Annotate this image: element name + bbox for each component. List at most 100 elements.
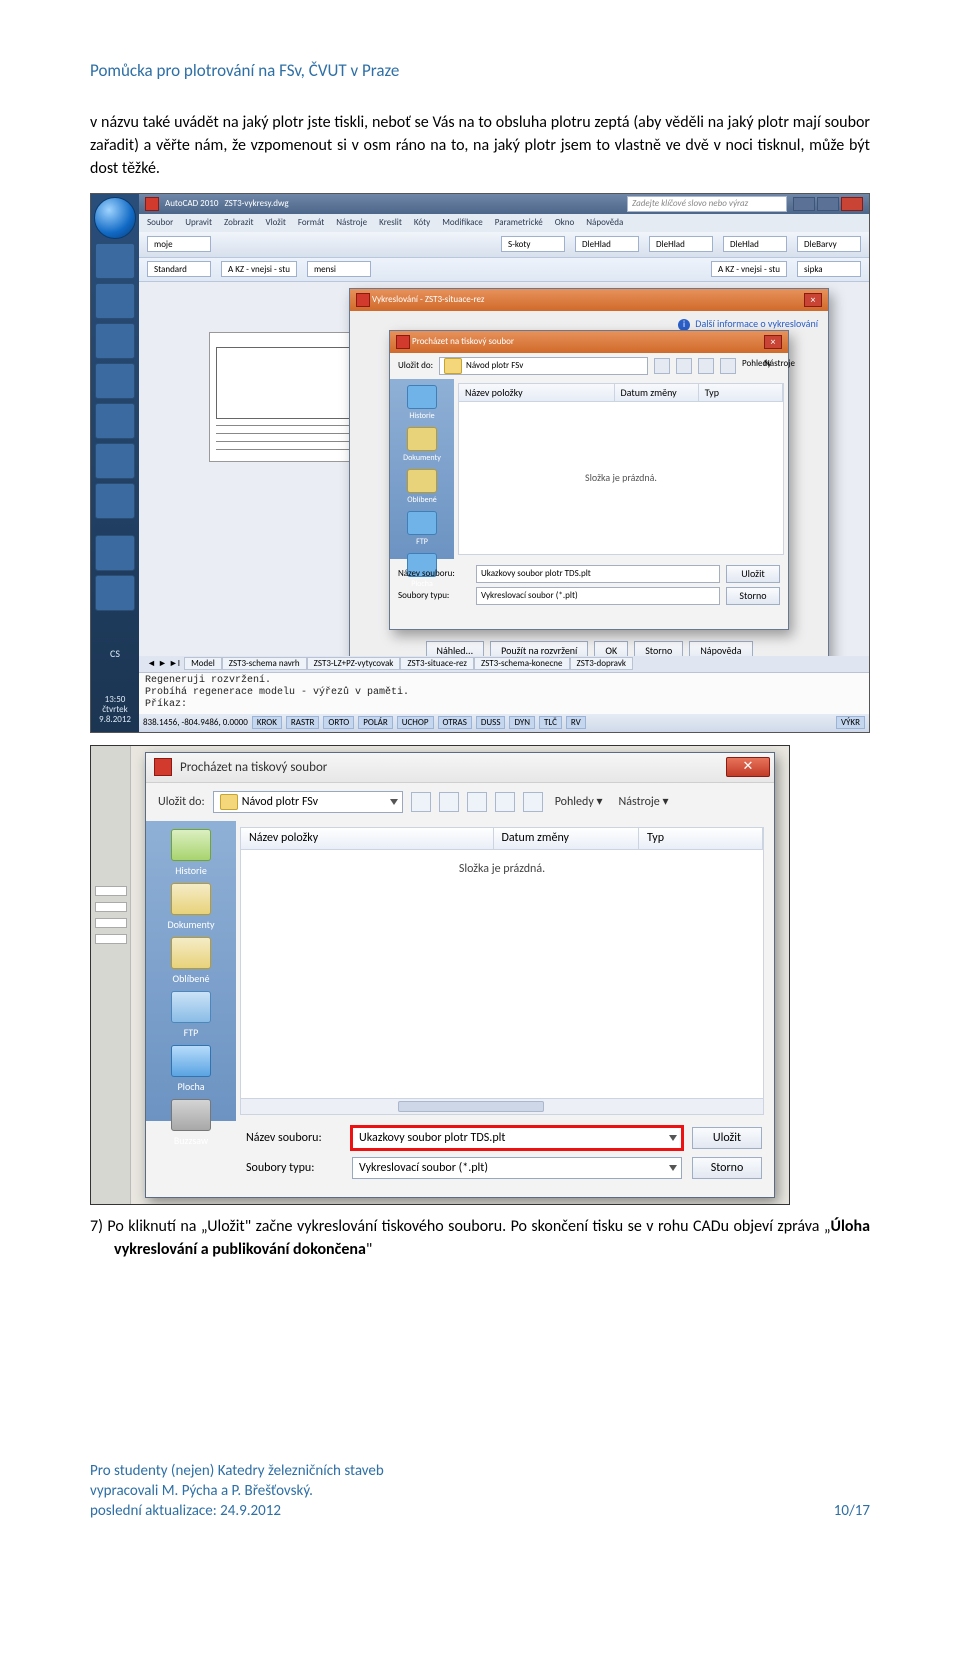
- folder-combo[interactable]: Návod plotr FSv: [213, 791, 403, 813]
- lweight-combo[interactable]: DleHlad: [723, 236, 787, 252]
- col-date[interactable]: Datum změny: [615, 384, 699, 401]
- ltype-combo[interactable]: DleHlad: [649, 236, 713, 252]
- close-button[interactable]: [841, 197, 863, 211]
- place-history[interactable]: Historie: [398, 385, 446, 421]
- layer-combo[interactable]: moje: [147, 236, 211, 252]
- combo[interactable]: mensi: [307, 261, 371, 277]
- close-icon[interactable]: ×: [764, 335, 782, 349]
- folder-combo[interactable]: Návod plotr FSv: [439, 357, 648, 375]
- status-toggle[interactable]: DYN: [509, 716, 535, 729]
- menu-item[interactable]: Parametrické: [495, 217, 543, 228]
- menu-item[interactable]: Nástroje: [336, 217, 367, 228]
- horizontal-scrollbar[interactable]: [241, 1098, 763, 1114]
- search-icon[interactable]: [467, 792, 487, 812]
- plot-dialog-titlebar[interactable]: Vykreslování - ZST3-situace-rez ×: [350, 289, 828, 311]
- color-combo[interactable]: DleHlad: [575, 236, 639, 252]
- menu-item[interactable]: Kóty: [414, 217, 430, 228]
- menu-item[interactable]: Formát: [298, 217, 324, 228]
- filetype-combo[interactable]: Vykreslovací soubor (*.plt): [352, 1157, 682, 1179]
- status-toggle[interactable]: DUSS: [476, 716, 506, 729]
- language-indicator[interactable]: CS: [91, 647, 139, 660]
- file-list[interactable]: Název položky Datum změny Typ Složka je …: [240, 827, 764, 1115]
- taskbar-button[interactable]: [95, 443, 135, 479]
- filename-input[interactable]: Ukazkovy soubor plotr TDS.plt: [476, 565, 720, 583]
- menu-item[interactable]: Upravit: [185, 217, 212, 228]
- status-toggle[interactable]: POLÁR: [358, 716, 393, 729]
- newfolder-icon[interactable]: [523, 792, 543, 812]
- place-favorites[interactable]: Oblíbené: [153, 937, 229, 985]
- col-type[interactable]: Typ: [699, 384, 783, 401]
- status-toggle[interactable]: UCHOP: [397, 716, 434, 729]
- col-date[interactable]: Datum změny: [494, 828, 639, 849]
- taskbar-button[interactable]: [95, 243, 135, 279]
- taskbar-button[interactable]: [95, 535, 135, 571]
- views-menu[interactable]: Pohledy: [742, 358, 758, 374]
- combo[interactable]: Standard: [147, 261, 211, 277]
- col-type[interactable]: Typ: [639, 828, 763, 849]
- back-icon[interactable]: [411, 792, 431, 812]
- status-toggle[interactable]: VÝKR: [836, 716, 865, 729]
- style-combo[interactable]: S-koty: [501, 236, 565, 252]
- place-documents[interactable]: Dokumenty: [153, 883, 229, 931]
- search-icon[interactable]: [698, 358, 714, 374]
- tools-menu[interactable]: Nástroje ▾: [615, 794, 673, 809]
- close-icon[interactable]: ×: [804, 293, 822, 307]
- save-button[interactable]: Uložit: [692, 1127, 762, 1149]
- scrollbar-thumb[interactable]: [398, 1101, 544, 1112]
- taskbar-button[interactable]: [95, 575, 135, 611]
- taskbar-button[interactable]: [95, 283, 135, 319]
- cancel-button[interactable]: Storno: [726, 587, 780, 605]
- filetype-combo[interactable]: Vykreslovací soubor (*.plt): [476, 587, 720, 605]
- delete-icon[interactable]: [495, 792, 515, 812]
- status-toggle[interactable]: ORTO: [323, 716, 354, 729]
- layout-tab[interactable]: ZST3-LZ+PZ-vytycovak: [307, 657, 401, 670]
- layout-tab[interactable]: ZST3-schema navrh: [222, 657, 307, 670]
- combo[interactable]: A KZ - vnejsi - stu: [221, 261, 297, 277]
- place-history[interactable]: Historie: [153, 829, 229, 877]
- views-menu[interactable]: Pohledy ▾: [551, 794, 607, 809]
- taskbar-button[interactable]: [95, 403, 135, 439]
- close-button[interactable]: ✕: [726, 757, 770, 777]
- back-icon[interactable]: [654, 358, 670, 374]
- minimize-button[interactable]: [793, 197, 815, 211]
- browse-titlebar[interactable]: Procházet na tiskový soubor ×: [390, 331, 788, 353]
- save-button[interactable]: Uložit: [726, 565, 780, 583]
- cancel-button[interactable]: Storno: [692, 1157, 762, 1179]
- layout-tab[interactable]: Model: [184, 657, 222, 670]
- layout-tab[interactable]: ZST3-schema-konecne: [474, 657, 570, 670]
- taskbar-button[interactable]: [95, 323, 135, 359]
- place-desktop[interactable]: Plocha: [153, 1045, 229, 1093]
- status-toggle[interactable]: RASTR: [286, 716, 319, 729]
- place-buzzsaw[interactable]: Buzzsaw: [153, 1099, 229, 1147]
- up-icon[interactable]: [676, 358, 692, 374]
- up-icon[interactable]: [439, 792, 459, 812]
- status-toggle[interactable]: TLČ: [539, 716, 562, 729]
- combo[interactable]: sipka: [797, 261, 861, 277]
- menu-item[interactable]: Soubor: [147, 217, 173, 228]
- start-orb-icon[interactable]: [94, 197, 136, 239]
- place-ftp[interactable]: FTP: [398, 511, 446, 547]
- tools-menu[interactable]: Nástroje: [764, 358, 780, 374]
- plot-combo[interactable]: DleBarvy: [797, 236, 861, 252]
- layout-tab[interactable]: ZST3-situace-rez: [400, 657, 474, 670]
- file-list[interactable]: Název položky Datum změny Typ Složka je …: [458, 383, 784, 555]
- col-name[interactable]: Název položky: [241, 828, 494, 849]
- status-toggle[interactable]: OTRAS: [438, 716, 472, 729]
- place-ftp[interactable]: FTP: [153, 991, 229, 1039]
- command-line[interactable]: Regeneruji rozvržení. Probíhá regenerace…: [139, 672, 869, 714]
- layout-tab[interactable]: ZST3-dopravk: [570, 657, 633, 670]
- menu-item[interactable]: Vložit: [265, 217, 285, 228]
- place-favorites[interactable]: Oblíbené: [398, 469, 446, 505]
- menu-item[interactable]: Kreslit: [379, 217, 402, 228]
- filename-input[interactable]: Ukazkovy soubor plotr TDS.plt: [352, 1127, 682, 1149]
- menu-item[interactable]: Okno: [555, 217, 575, 228]
- taskbar-button[interactable]: [95, 483, 135, 519]
- col-name[interactable]: Název položky: [459, 384, 615, 401]
- combo[interactable]: A KZ - vnejsi - stu: [711, 261, 787, 277]
- maximize-button[interactable]: [817, 197, 839, 211]
- status-toggle[interactable]: RV: [566, 716, 586, 729]
- menu-item[interactable]: Nápověda: [586, 217, 623, 228]
- status-toggle[interactable]: KROK: [252, 716, 282, 729]
- delete-icon[interactable]: [720, 358, 736, 374]
- search-input[interactable]: Zadejte klíčové slovo nebo výraz: [627, 196, 787, 212]
